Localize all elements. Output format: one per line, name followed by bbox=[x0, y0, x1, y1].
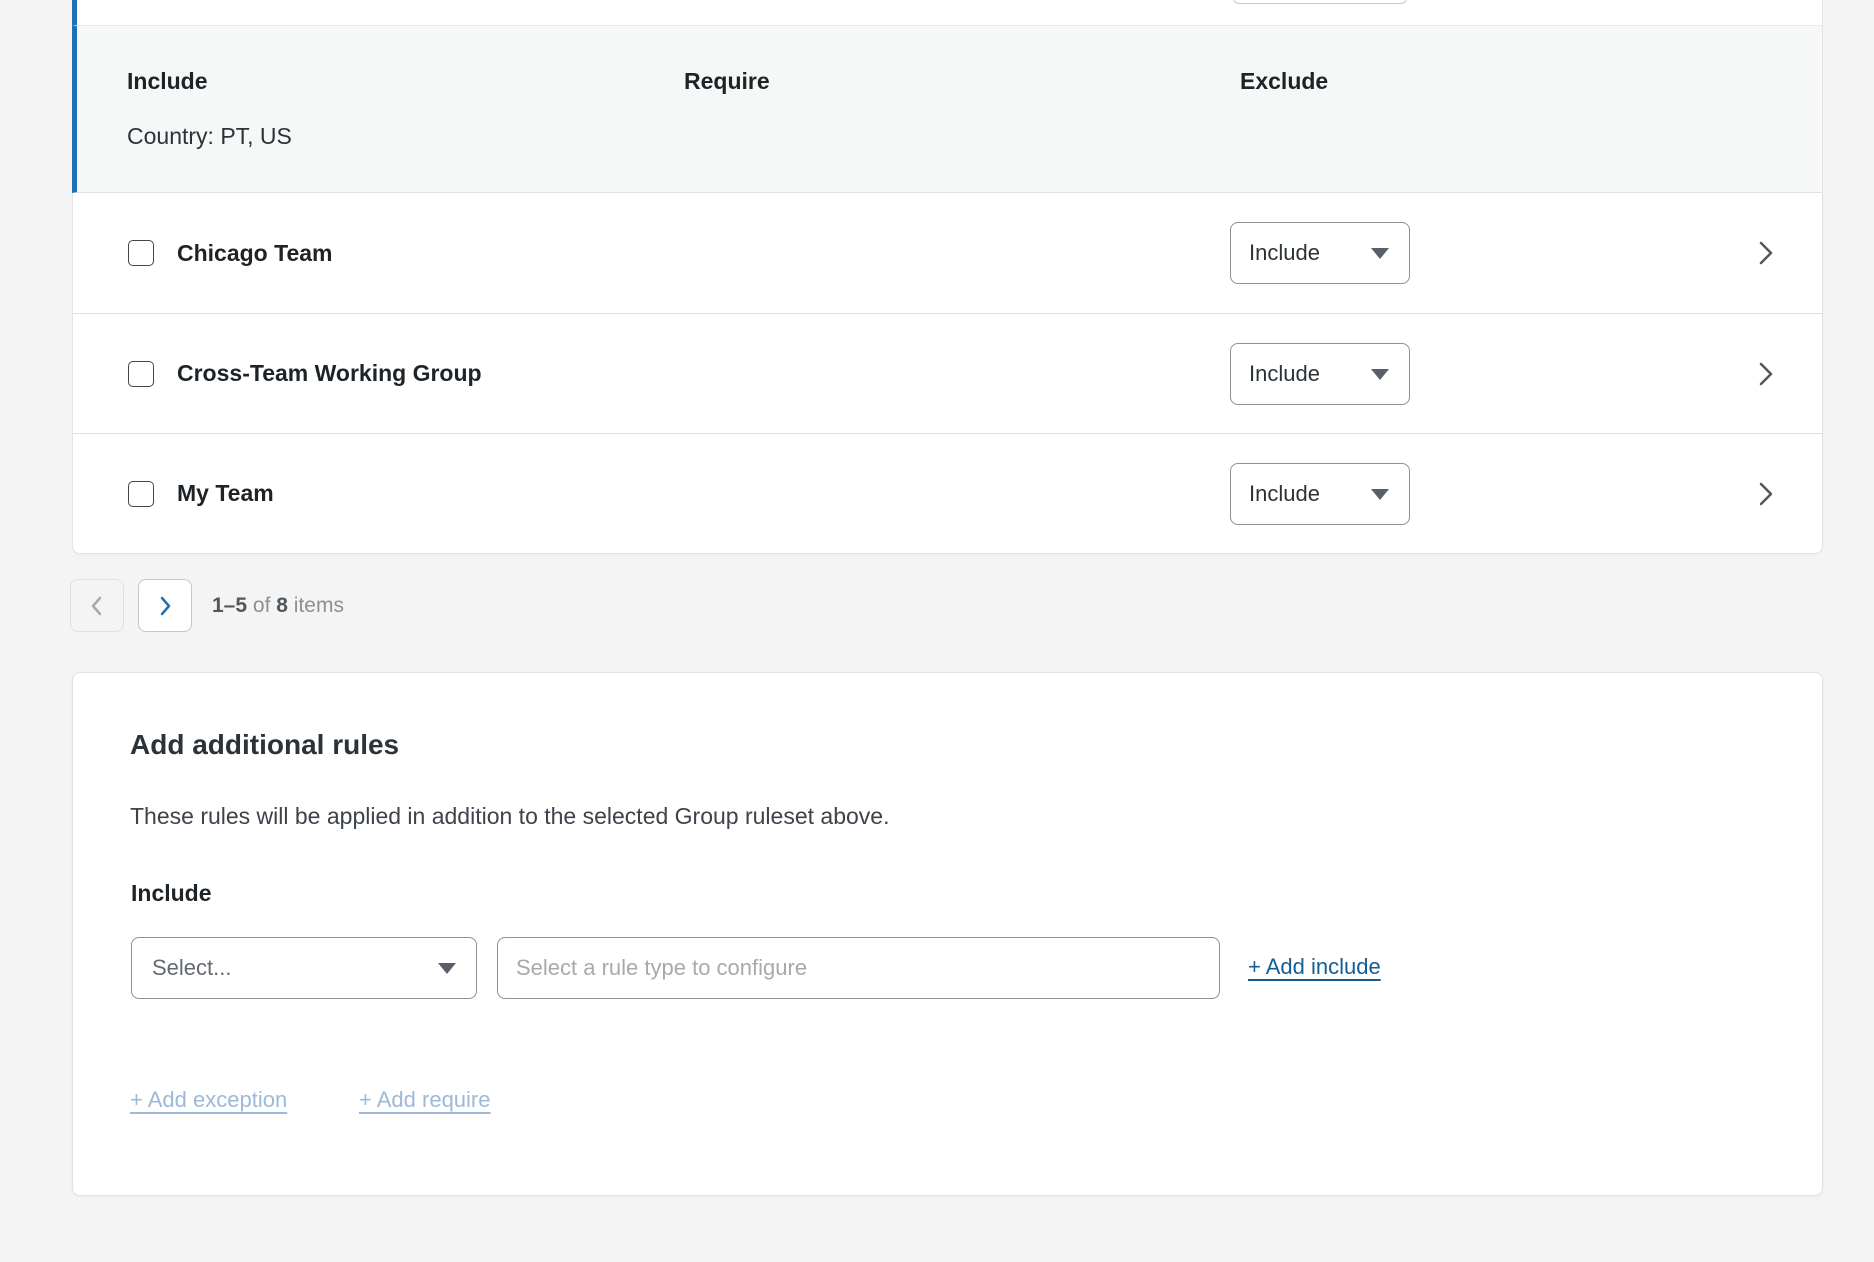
chevron-right-icon bbox=[158, 595, 172, 617]
row-checkbox[interactable] bbox=[128, 481, 154, 507]
ruleset-detail-panel: Include Require Exclude Country: PT, US bbox=[72, 25, 1822, 193]
row-action-value: Include bbox=[1249, 481, 1320, 507]
add-rules-card: Add additional rules These rules will be… bbox=[72, 672, 1823, 1196]
caret-down-icon bbox=[438, 963, 456, 974]
chevron-left-icon bbox=[90, 595, 104, 617]
chevron-right-icon[interactable] bbox=[1757, 238, 1777, 268]
chevron-right-icon[interactable] bbox=[1757, 479, 1777, 509]
include-section-label: Include bbox=[131, 880, 212, 907]
group-name: My Team bbox=[177, 480, 274, 507]
row-action-select[interactable]: Include bbox=[1230, 343, 1410, 405]
include-rule-value: Country: PT, US bbox=[127, 123, 292, 150]
previous-page-button[interactable] bbox=[70, 579, 124, 632]
row-checkbox[interactable] bbox=[128, 240, 154, 266]
add-require-link[interactable]: + Add require bbox=[359, 1087, 490, 1113]
rule-type-select[interactable]: Select... bbox=[131, 937, 477, 999]
group-name: Chicago Team bbox=[177, 240, 333, 267]
card-title: Add additional rules bbox=[130, 729, 399, 761]
column-header-exclude: Exclude bbox=[1240, 68, 1328, 95]
caret-down-icon bbox=[1371, 369, 1389, 380]
selected-row-remainder bbox=[72, 0, 1822, 25]
add-exception-link[interactable]: + Add exception bbox=[130, 1087, 287, 1113]
card-description: These rules will be applied in addition … bbox=[130, 803, 889, 830]
rule-config-input[interactable] bbox=[497, 937, 1220, 999]
selected-group-section: Include Require Exclude Country: PT, US bbox=[72, 0, 1823, 193]
pagination-items: items bbox=[294, 594, 344, 617]
add-include-link[interactable]: + Add include bbox=[1248, 954, 1381, 980]
next-page-button[interactable] bbox=[138, 579, 192, 632]
cutoff-select-bottom bbox=[1233, 0, 1407, 4]
group-list: Chicago Team Include Cross-Team Working … bbox=[72, 193, 1823, 554]
row-action-select[interactable]: Include bbox=[1230, 222, 1410, 284]
table-row: My Team Include bbox=[73, 433, 1822, 553]
row-action-select[interactable]: Include bbox=[1230, 463, 1410, 525]
caret-down-icon bbox=[1371, 489, 1389, 500]
group-name: Cross-Team Working Group bbox=[177, 360, 482, 387]
pagination-of: of bbox=[253, 594, 271, 617]
table-row: Cross-Team Working Group Include bbox=[73, 313, 1822, 433]
row-checkbox[interactable] bbox=[128, 361, 154, 387]
pagination: 1–5 of 8 items bbox=[70, 579, 344, 632]
row-action-value: Include bbox=[1249, 240, 1320, 266]
table-row: Chicago Team Include bbox=[73, 193, 1822, 313]
row-action-value: Include bbox=[1249, 361, 1320, 387]
column-header-require: Require bbox=[684, 68, 770, 95]
rule-type-select-value: Select... bbox=[152, 955, 231, 981]
pagination-status: 1–5 of 8 items bbox=[212, 594, 344, 618]
column-header-include: Include bbox=[127, 68, 208, 95]
pagination-total: 8 bbox=[276, 594, 288, 617]
chevron-right-icon[interactable] bbox=[1757, 359, 1777, 389]
pagination-range: 1–5 bbox=[212, 594, 247, 617]
caret-down-icon bbox=[1371, 248, 1389, 259]
